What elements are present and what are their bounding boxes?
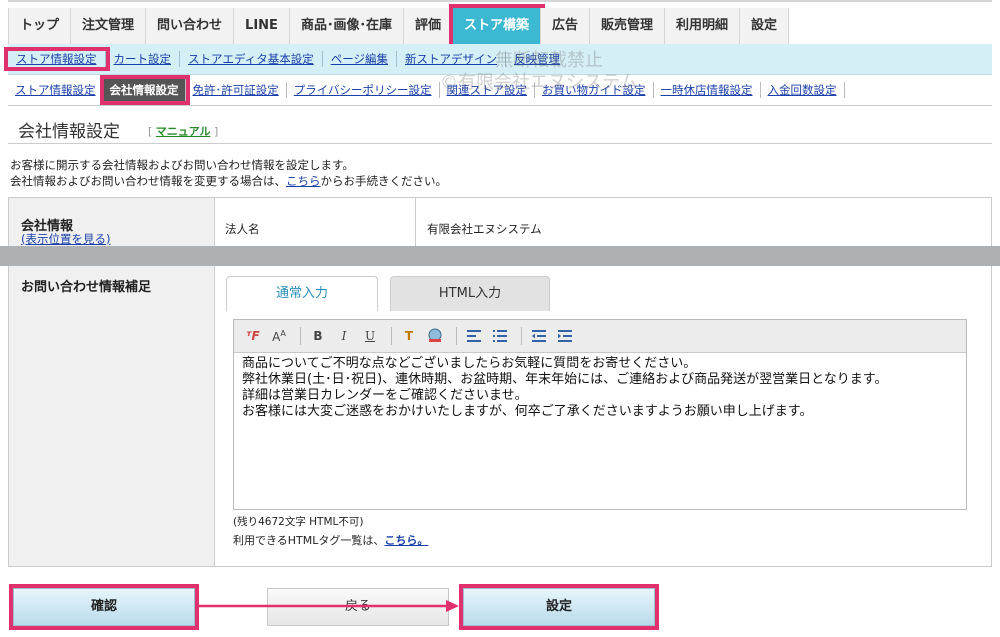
editor-line: 詳細は営業日カレンダーをご確認くださいませ。 [242, 388, 528, 403]
subnav-store-info[interactable]: ストア情報設定 [4, 47, 110, 71]
outdent-icon[interactable] [528, 325, 550, 347]
indent-icon[interactable] [554, 325, 576, 347]
nav-tab-inquiries[interactable]: 問い合わせ [146, 8, 235, 44]
font-family-icon[interactable]: ᵀF [242, 325, 264, 347]
editor-line: 弊社休業日(土･日･祝日)、連休時期、お盆時期、年末年始には、ご連絡および商品発… [242, 372, 888, 387]
desc-text: 会社情報およびお問い合わせ情報を変更する場合は、 [10, 174, 286, 188]
font-size-icon[interactable]: AA [268, 325, 290, 347]
toolbar-separator [300, 327, 301, 345]
html-tags-text: 利用できるHTMLタグ一覧は、 [233, 534, 385, 547]
watermark: 無断転載禁止 ©有限会社エヌシステム [440, 50, 637, 94]
company-info-row: 会社情報 (表示位置を見る) 法人名 有限会社エヌシステム [8, 197, 992, 247]
italic-icon[interactable]: I [333, 325, 355, 347]
bullet-list-icon[interactable] [489, 325, 511, 347]
editor-line: お客様には大変ご迷惑をおかけいたしますが、何卒ご了承くださいますようお願い申し上… [242, 404, 813, 419]
inquiry-label-cell: お問い合わせ情報補足 [9, 266, 215, 566]
title-divider [8, 143, 992, 144]
nav-tab-top[interactable]: トップ [9, 8, 72, 44]
align-left-icon[interactable] [463, 325, 485, 347]
field-name: 法人名 [225, 222, 260, 236]
company-info-label-cell: 会社情報 (表示位置を見る) [9, 198, 215, 246]
nav-tab-products[interactable]: 商品･画像･在庫 [289, 8, 404, 44]
settings-license[interactable]: 免許･許可証設定 [186, 82, 287, 98]
nav-tab-ads[interactable]: 広告 [540, 8, 590, 44]
subnav-editor-basic[interactable]: ストアエディタ基本設定 [180, 51, 323, 67]
editor-content[interactable]: 商品についてご不明な点などございましたらお気軽に質問をお寄せください。 弊社休業… [234, 353, 966, 423]
editor-toolbar: ᵀF AA B I U T [234, 320, 966, 353]
watermark-line2: ©有限会社エヌシステム [440, 72, 638, 93]
rich-text-editor[interactable]: ᵀF AA B I U T 商品についてご不明な点などございましたらお気軽に質問… [233, 319, 967, 510]
view-position-link[interactable]: (表示位置を見る) [21, 231, 110, 247]
bold-icon[interactable]: B [307, 325, 329, 347]
inquiry-label: お問い合わせ情報補足 [21, 280, 152, 295]
settings-store-info[interactable]: ストア情報設定 [8, 82, 104, 98]
nav-tab-line[interactable]: LINE [234, 8, 290, 44]
manual-link-wrap: [ マニュアル ] [148, 125, 219, 138]
main-nav: トップ 注文管理 問い合わせ LINE 商品･画像･在庫 評価 ストア構築 広告… [8, 4, 790, 48]
subnav-cart[interactable]: カート設定 [106, 51, 180, 67]
editor-tabs: 通常入力 HTML入力 [226, 276, 562, 311]
watermark-line1: 無断転載禁止 [495, 50, 603, 71]
nav-tab-orders[interactable]: 注文管理 [71, 8, 147, 44]
editor-line: 商品についてご不明な点などございましたらお気軽に質問をお寄せください。 [242, 356, 697, 371]
procedure-link[interactable]: こちら [286, 174, 321, 188]
set-button[interactable]: 設定 [459, 584, 659, 630]
toolbar-separator [456, 327, 457, 345]
nav-tab-reviews[interactable]: 評価 [403, 8, 453, 44]
settings-payment-count[interactable]: 入金回数設定 [761, 82, 845, 98]
toolbar-separator [391, 327, 392, 345]
tab-html-input[interactable]: HTML入力 [390, 276, 550, 311]
settings-privacy[interactable]: プライバシーポリシー設定 [287, 82, 440, 98]
underline-icon[interactable]: U [359, 325, 381, 347]
page-title: 会社情報設定 [18, 122, 120, 142]
nav-tab-sales[interactable]: 販売管理 [590, 8, 666, 44]
settings-company-info[interactable]: 会社情報設定 [99, 75, 190, 105]
back-button[interactable]: 戻る [267, 588, 449, 626]
section-separator [0, 246, 1000, 266]
subnav-page-edit[interactable]: ページ編集 [323, 51, 397, 67]
toolbar-separator [521, 327, 522, 345]
desc-text-end: からお手続きください。 [320, 174, 448, 188]
page-description: お客様に開示する会社情報およびお問い合わせ情報を設定します。 会社情報およびお問… [10, 157, 447, 189]
settings-temp-closure[interactable]: 一時休店情報設定 [654, 82, 761, 98]
tab-normal-input[interactable]: 通常入力 [226, 276, 378, 311]
top-border [8, 0, 992, 2]
manual-link[interactable]: マニュアル [156, 125, 211, 138]
nav-tab-billing[interactable]: 利用明細 [665, 8, 741, 44]
confirm-button[interactable]: 確認 [9, 584, 199, 630]
nav-tab-settings[interactable]: 設定 [740, 8, 790, 44]
desc-line2: 会社情報およびお問い合わせ情報を変更する場合は、こちらからお手続きください。 [10, 173, 447, 189]
desc-line1: お客様に開示する会社情報およびお問い合わせ情報を設定します。 [10, 158, 354, 172]
background-color-icon[interactable] [424, 325, 446, 347]
field-name-cell: 法人名 [215, 198, 416, 246]
html-tags-link[interactable]: こちら。 [384, 534, 428, 547]
text-color-icon[interactable]: T [398, 325, 420, 347]
html-tags-note: 利用できるHTMLタグ一覧は、こちら。 [233, 532, 428, 548]
company-name-value: 有限会社エヌシステム [427, 222, 542, 236]
remaining-characters: (残り4672文字 HTML不可) [233, 516, 364, 528]
nav-tab-store-build[interactable]: ストア構築 [448, 4, 545, 48]
